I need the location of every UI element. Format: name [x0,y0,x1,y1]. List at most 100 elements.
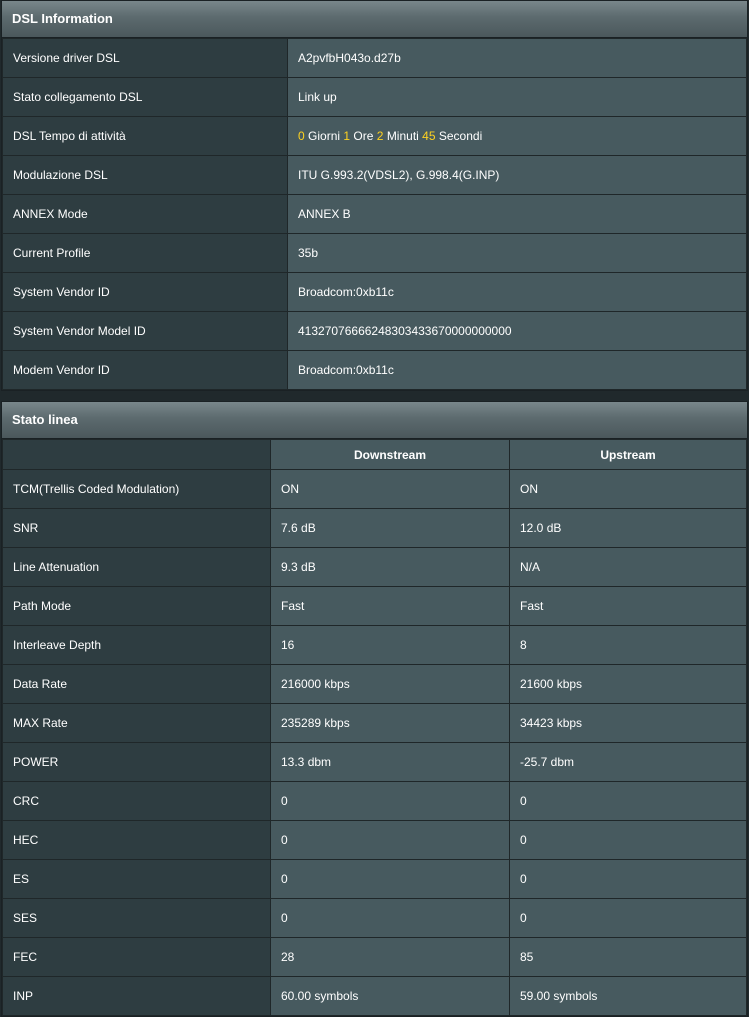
downstream-value: 7.6 dB [270,508,510,548]
dsl-information-table: Versione driver DSL A2pvfbH043o.d27b Sta… [2,38,747,390]
row-label: Line Attenuation [2,547,271,587]
upstream-value: 0 [509,859,747,899]
dsl-information-title: DSL Information [2,1,747,38]
dsl-information-panel: DSL Information Versione driver DSL A2pv… [1,0,748,391]
column-header-downstream: Downstream [270,439,510,470]
downstream-value: 16 [270,625,510,665]
row-label: Modem Vendor ID [2,350,288,390]
dsl-row-uptime: DSL Tempo di attività 0 Giorni 1 Ore 2 M… [2,116,747,156]
dsl-row-annex-mode: ANNEX Mode ANNEX B [2,194,747,234]
downstream-value: 0 [270,820,510,860]
uptime-seconds-unit: Secondi [438,129,483,143]
upstream-value: ON [509,469,747,509]
row-label: ES [2,859,271,899]
line-row-data-rate: Data Rate 216000 kbps 21600 kbps [2,664,747,704]
row-value: Broadcom:0xb11c [287,350,747,390]
row-label: FEC [2,937,271,977]
row-value: ANNEX B [287,194,747,234]
row-label: POWER [2,742,271,782]
line-status-table: Downstream Upstream TCM(Trellis Coded Mo… [2,439,747,1016]
line-row-power: POWER 13.3 dbm -25.7 dbm [2,742,747,782]
line-row-line-attenuation: Line Attenuation 9.3 dB N/A [2,547,747,587]
uptime-minutes: 2 [376,129,384,143]
row-label: HEC [2,820,271,860]
row-label: ANNEX Mode [2,194,288,234]
downstream-value: ON [270,469,510,509]
row-label: Stato collegamento DSL [2,77,288,117]
line-row-crc: CRC 0 0 [2,781,747,821]
row-value: ITU G.993.2(VDSL2), G.998.4(G.INP) [287,155,747,195]
row-label: System Vendor ID [2,272,288,312]
row-label: Current Profile [2,233,288,273]
uptime-seconds: 45 [422,129,436,143]
row-label: System Vendor Model ID [2,311,288,351]
upstream-value: -25.7 dbm [509,742,747,782]
line-row-hec: HEC 0 0 [2,820,747,860]
row-value: A2pvfbH043o.d27b [287,38,747,78]
dsl-row-modem-vendor-id: Modem Vendor ID Broadcom:0xb11c [2,350,747,390]
row-label: Data Rate [2,664,271,704]
dsl-row-link-status: Stato collegamento DSL Link up [2,77,747,117]
upstream-value: 0 [509,898,747,938]
dsl-row-system-vendor-model-id: System Vendor Model ID 41327076666248303… [2,311,747,351]
uptime-value: 0 Giorni 1 Ore 2 Minuti 45 Secondi [287,116,747,156]
row-value: Broadcom:0xb11c [287,272,747,312]
row-label: Interleave Depth [2,625,271,665]
uptime-days: 0 [298,129,305,143]
upstream-value: 0 [509,820,747,860]
uptime-hours-unit: Ore [353,129,374,143]
downstream-value: 0 [270,781,510,821]
downstream-value: 9.3 dB [270,547,510,587]
uptime-minutes-unit: Minuti [386,129,419,143]
upstream-value: 21600 kbps [509,664,747,704]
line-row-snr: SNR 7.6 dB 12.0 dB [2,508,747,548]
downstream-value: Fast [270,586,510,626]
downstream-value: 0 [270,898,510,938]
row-label: Path Mode [2,586,271,626]
dsl-row-modulation: Modulazione DSL ITU G.993.2(VDSL2), G.99… [2,155,747,195]
line-row-inp: INP 60.00 symbols 59.00 symbols [2,976,747,1016]
line-status-panel: Stato linea Downstream Upstream TCM(Trel… [1,401,748,1017]
line-status-title: Stato linea [2,402,747,439]
row-label: SES [2,898,271,938]
row-label: CRC [2,781,271,821]
line-row-es: ES 0 0 [2,859,747,899]
row-label: Modulazione DSL [2,155,288,195]
line-row-path-mode: Path Mode Fast Fast [2,586,747,626]
upstream-value: 0 [509,781,747,821]
uptime-days-unit: Giorni [308,129,341,143]
line-row-ses: SES 0 0 [2,898,747,938]
row-label: TCM(Trellis Coded Modulation) [2,469,271,509]
row-label: DSL Tempo di attività [2,116,288,156]
dsl-row-driver-version: Versione driver DSL A2pvfbH043o.d27b [2,38,747,78]
row-label: MAX Rate [2,703,271,743]
row-label: Versione driver DSL [2,38,288,78]
upstream-value: 34423 kbps [509,703,747,743]
line-row-max-rate: MAX Rate 235289 kbps 34423 kbps [2,703,747,743]
line-row-interleave-depth: Interleave Depth 16 8 [2,625,747,665]
downstream-value: 216000 kbps [270,664,510,704]
header-blank-cell [2,439,271,470]
upstream-value: Fast [509,586,747,626]
downstream-value: 0 [270,859,510,899]
dsl-row-system-vendor-id: System Vendor ID Broadcom:0xb11c [2,272,747,312]
upstream-value: 59.00 symbols [509,976,747,1016]
row-label: INP [2,976,271,1016]
row-label: SNR [2,508,271,548]
row-value: 41327076666248303433670000000000 [287,311,747,351]
uptime-hours: 1 [343,129,351,143]
upstream-value: N/A [509,547,747,587]
downstream-value: 28 [270,937,510,977]
downstream-value: 60.00 symbols [270,976,510,1016]
dsl-row-current-profile: Current Profile 35b [2,233,747,273]
upstream-value: 12.0 dB [509,508,747,548]
row-value: Link up [287,77,747,117]
row-value: 35b [287,233,747,273]
upstream-value: 85 [509,937,747,977]
downstream-value: 235289 kbps [270,703,510,743]
downstream-value: 13.3 dbm [270,742,510,782]
column-header-upstream: Upstream [509,439,747,470]
line-row-tcm: TCM(Trellis Coded Modulation) ON ON [2,469,747,509]
line-status-header-row: Downstream Upstream [2,439,747,470]
line-row-fec: FEC 28 85 [2,937,747,977]
